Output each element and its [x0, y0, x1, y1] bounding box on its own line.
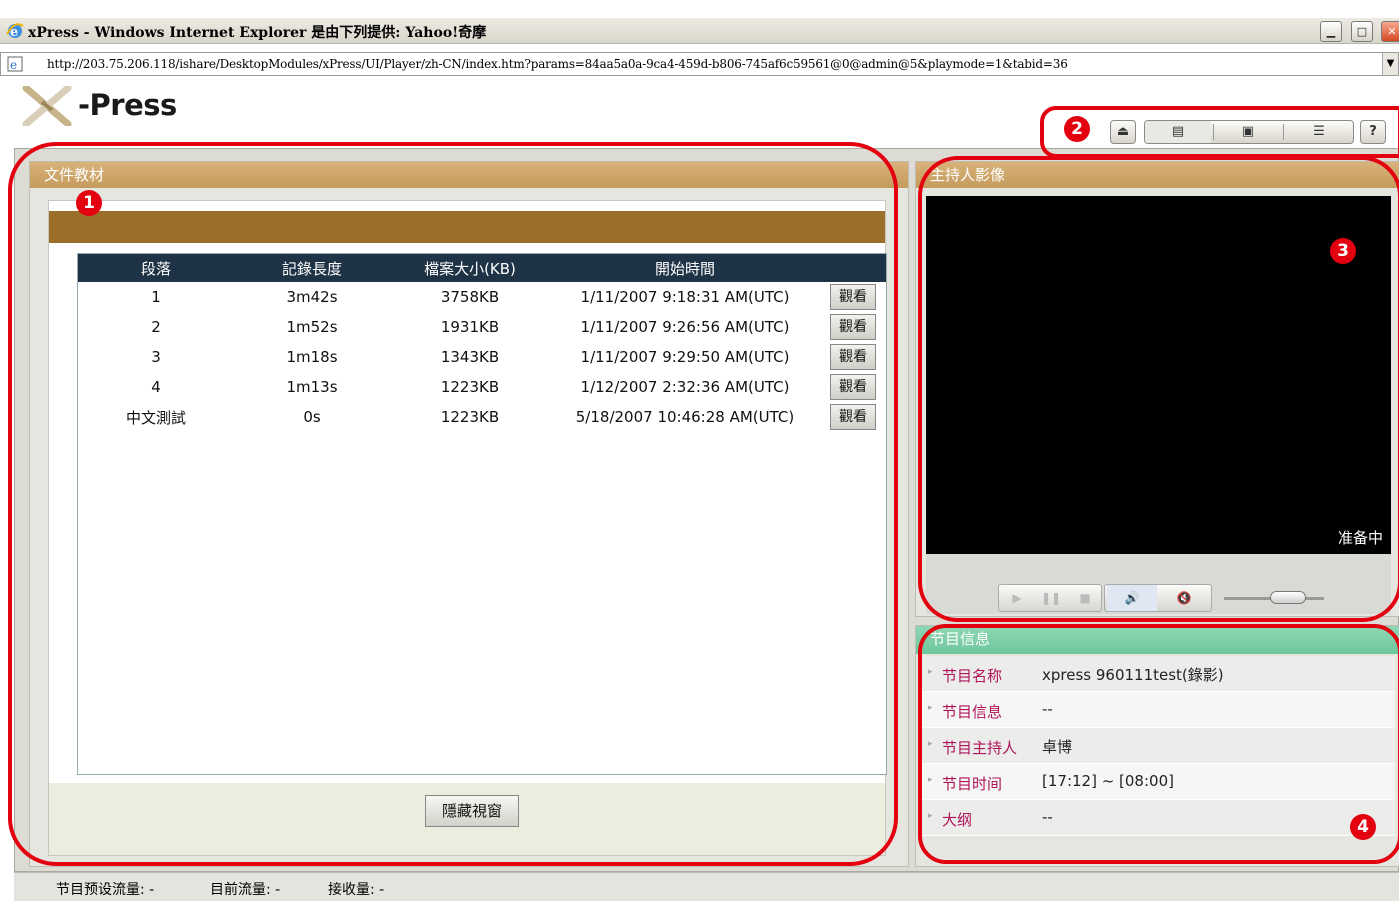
svg-text:e: e [10, 58, 17, 72]
minimize-button[interactable]: ▁ [1320, 21, 1342, 42]
address-url[interactable]: http://203.75.206.118/ishare/DesktopModu… [47, 57, 1068, 71]
ie-logo-icon: e [6, 23, 24, 40]
app-root: e xPress - Windows Internet Explorer 是由下… [0, 0, 1399, 901]
annotation-outline [918, 624, 1399, 864]
annotation-outline [1040, 106, 1399, 158]
status-bar: 节目预设流量: - 目前流量: - 接收量: - [14, 872, 1399, 901]
preset-bandwidth: 节目预设流量: - [56, 882, 155, 898]
annotation-outline [8, 142, 898, 866]
annotation-number: 3 [1330, 238, 1356, 264]
annotation-number: 2 [1064, 116, 1090, 142]
window-title: xPress - Windows Internet Explorer 是由下列提… [28, 25, 487, 41]
maximize-button[interactable]: □ [1351, 21, 1373, 42]
window-titlebar: e xPress - Windows Internet Explorer 是由下… [0, 18, 1399, 44]
current-bandwidth: 目前流量: - [210, 882, 281, 898]
xpress-logo: -Press [22, 84, 222, 128]
annotation-number: 1 [76, 190, 102, 216]
received-amount: 接收量: - [328, 882, 385, 898]
logo-text: -Press [78, 88, 177, 122]
annotation-outline [918, 156, 1399, 622]
address-bar[interactable]: e http://203.75.206.118/ishare/DesktopMo… [0, 52, 1399, 76]
close-button[interactable]: ✕ [1381, 21, 1399, 42]
address-dropdown-icon[interactable]: ▼ [1382, 53, 1398, 75]
x-logo-icon [22, 86, 72, 126]
page-icon: e [7, 56, 23, 72]
annotation-number: 4 [1350, 814, 1376, 840]
